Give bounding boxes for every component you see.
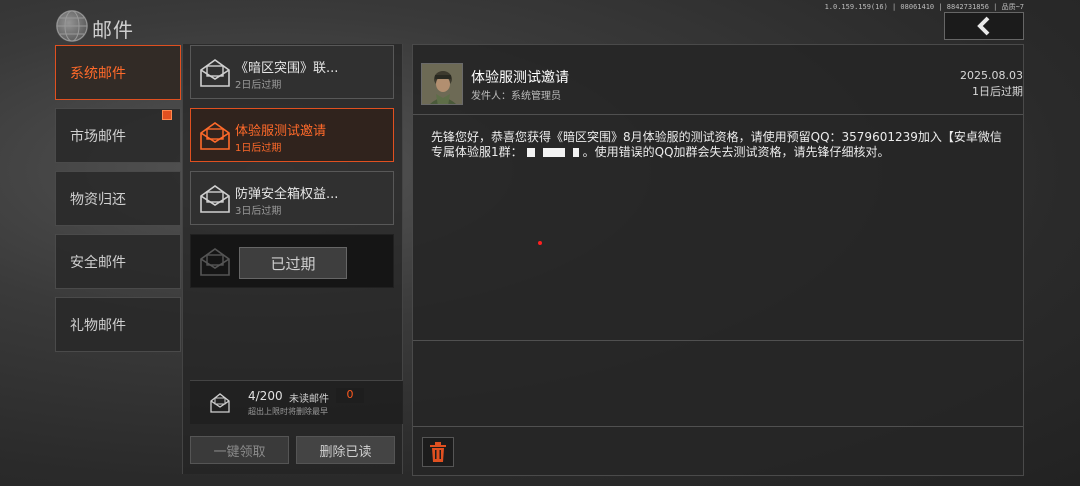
- redacted-block: [526, 148, 535, 157]
- redacted-block: [542, 148, 565, 157]
- mail-item[interactable]: 防弹安全箱权益... 3日后过期: [190, 171, 394, 225]
- mail-item-selected[interactable]: 体验服测试邀请 1日后过期: [190, 108, 394, 162]
- new-badge-icon: [162, 110, 172, 120]
- mail-title: 防弹安全箱权益...: [235, 187, 339, 202]
- tab-label: 物资归还: [70, 191, 126, 208]
- claim-all-button[interactable]: 一键领取: [190, 436, 289, 464]
- footer-divider: [413, 426, 1023, 427]
- mailbox-icon: [210, 393, 230, 413]
- content-divider: [413, 340, 1023, 341]
- tab-security-mail[interactable]: 安全邮件: [55, 234, 181, 289]
- mail-sender: 发件人：系统管理员: [471, 91, 561, 102]
- tab-label: 市场邮件: [70, 128, 126, 145]
- mail-subject: 体验服测试邀请: [471, 70, 569, 86]
- unread-label: 未读邮件: [289, 394, 329, 405]
- red-marker: [538, 241, 542, 245]
- mail-detail-panel: [412, 44, 1024, 476]
- redacted-block: [572, 148, 579, 157]
- globe-grid-icon: [56, 10, 88, 42]
- mail-body: 先锋您好，恭喜您获得《暗区突围》8月体验服的测试资格，请使用预留QQ：35796…: [431, 130, 1006, 160]
- page-title: 邮件: [92, 18, 134, 42]
- tab-label: 安全邮件: [70, 254, 126, 271]
- mail-title: 体验服测试邀请: [235, 124, 327, 139]
- tab-gift-mail[interactable]: 礼物邮件: [55, 297, 181, 352]
- counter-note: 超出上限时将删除最早: [248, 407, 328, 416]
- unread-count: 0: [336, 388, 364, 403]
- sender-avatar: [421, 63, 463, 105]
- trash-icon: [430, 442, 446, 462]
- mail-item-expired[interactable]: 已过期: [190, 234, 394, 288]
- chevron-left-icon: [977, 16, 990, 36]
- tab-label: 系统邮件: [70, 65, 126, 82]
- version-info: 1.0.159.159(16) | 08061410 | 8842731856 …: [824, 3, 1024, 11]
- mail-expiry: 2日后过期: [235, 80, 282, 91]
- delete-mail-button[interactable]: [422, 437, 454, 467]
- tab-supply-return[interactable]: 物资归还: [55, 171, 181, 226]
- mail-item[interactable]: 《暗区突围》联... 2日后过期: [190, 45, 394, 99]
- mail-expiry: 1日后过期: [235, 143, 282, 154]
- tab-label: 礼物邮件: [70, 317, 126, 334]
- envelope-icon: [200, 59, 230, 87]
- envelope-icon: [200, 185, 230, 213]
- envelope-icon: [200, 248, 230, 276]
- envelope-icon: [200, 122, 230, 150]
- mail-count: 4/200: [248, 389, 283, 403]
- mail-title: 《暗区突围》联...: [235, 61, 339, 76]
- back-button[interactable]: [944, 12, 1024, 40]
- expired-tag: 已过期: [239, 247, 347, 279]
- mail-counter: 4/200 未读邮件 0 超出上限时将删除最早: [190, 380, 403, 424]
- mail-expiry-detail: 1日后过期: [972, 85, 1023, 98]
- mail-date: 2025.08.03: [960, 69, 1023, 82]
- header-divider: [413, 114, 1023, 115]
- delete-read-button[interactable]: 删除已读: [296, 436, 395, 464]
- mail-body-text: 。使用错误的QQ加群会失去测试资格，请先锋仔细核对。: [582, 145, 890, 159]
- tab-system-mail[interactable]: 系统邮件: [55, 45, 181, 100]
- mail-expiry: 3日后过期: [235, 206, 282, 217]
